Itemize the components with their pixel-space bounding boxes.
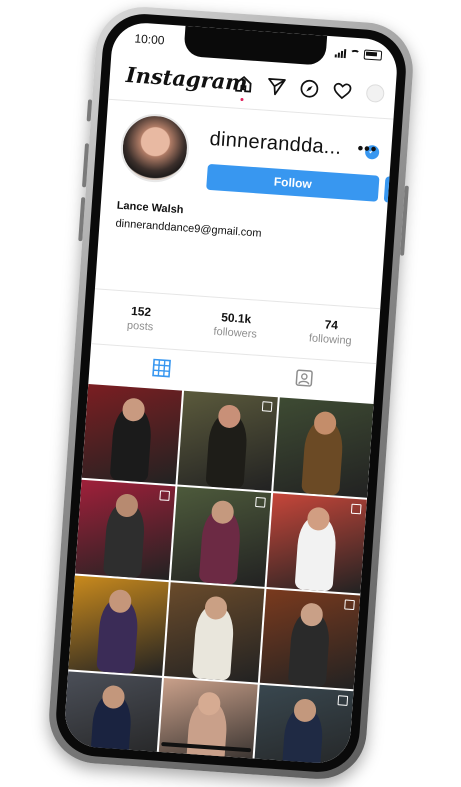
- home-icon[interactable]: [233, 73, 254, 102]
- activity-heart-icon[interactable]: [332, 80, 353, 101]
- profile-full-name: Lance Walsh: [116, 199, 184, 217]
- profile-username: dinnerandda...: [208, 127, 343, 160]
- post-thumbnail[interactable]: [177, 390, 278, 492]
- profile-email[interactable]: dinneranddance9@gmail.com: [115, 218, 262, 240]
- carousel-icon: [261, 401, 273, 412]
- phone-mockup: 10:00 Instagram dinnerandda... ✓ ••• Fol…: [45, 3, 417, 783]
- direct-message-icon[interactable]: [266, 76, 287, 97]
- instagram-logo: Instagram: [125, 61, 249, 96]
- post-thumbnail[interactable]: [266, 493, 367, 594]
- post-thumbnail[interactable]: [164, 582, 265, 683]
- carousel-icon: [337, 695, 349, 706]
- profile-avatar[interactable]: [118, 111, 192, 185]
- tagged-icon: [295, 369, 313, 387]
- notification-dot: [240, 97, 244, 102]
- signal-icon: [334, 48, 347, 58]
- carousel-icon: [255, 496, 266, 508]
- post-thumbnail[interactable]: [75, 479, 176, 581]
- post-thumbnail[interactable]: [253, 684, 354, 766]
- status-time: 10:00: [134, 31, 165, 48]
- post-grid: [63, 384, 374, 766]
- battery-icon: [363, 49, 383, 61]
- stat-posts[interactable]: 152 posts: [91, 289, 190, 350]
- post-thumbnail[interactable]: [81, 384, 183, 485]
- post-thumbnail[interactable]: [273, 397, 374, 498]
- stat-followers[interactable]: 50.1k followers: [186, 296, 285, 357]
- stat-following[interactable]: 74 following: [281, 303, 380, 364]
- header-icons: [233, 73, 386, 104]
- profile-header: dinnerandda... ✓ ••• Follow ⌄ Lance Wals…: [96, 101, 399, 301]
- follow-button[interactable]: Follow: [206, 163, 380, 202]
- profile-avatar-icon[interactable]: [365, 83, 386, 104]
- post-thumbnail[interactable]: [157, 678, 258, 766]
- more-options-icon[interactable]: •••: [357, 140, 378, 159]
- carousel-icon: [344, 599, 355, 611]
- carousel-icon: [350, 503, 362, 515]
- post-thumbnail[interactable]: [68, 575, 169, 676]
- grid-icon: [151, 358, 171, 378]
- wifi-icon: [349, 49, 361, 59]
- explore-icon[interactable]: [299, 78, 320, 99]
- post-thumbnail[interactable]: [259, 588, 361, 690]
- carousel-icon: [159, 490, 171, 501]
- status-icons: [334, 47, 383, 61]
- post-thumbnail[interactable]: [170, 486, 272, 587]
- phone-screen: 10:00 Instagram dinnerandda... ✓ ••• Fol…: [63, 20, 399, 766]
